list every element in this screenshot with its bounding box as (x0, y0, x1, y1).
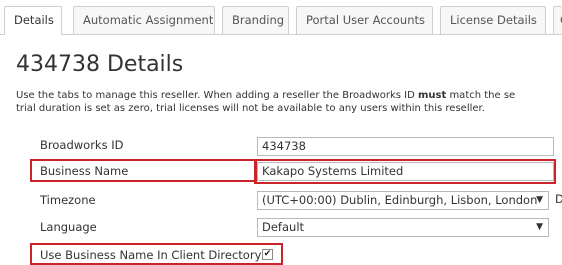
page-title: 434738 Details (16, 52, 184, 77)
chevron-down-icon: ▼ (536, 195, 543, 205)
tab-branding[interactable]: Branding (222, 6, 289, 34)
description-text: Use the tabs to manage this reseller. Wh… (16, 90, 418, 101)
description-emphasis: must (417, 90, 447, 101)
description-line-2: trial duration is set as zero, trial lic… (16, 103, 485, 114)
tab-automatic-assignment[interactable]: Automatic Assignment (73, 6, 215, 34)
language-value: Default (262, 220, 305, 234)
page-description: Use the tabs to manage this reseller. Wh… (16, 89, 562, 115)
checkmark-icon: ✔ (263, 249, 272, 259)
language-label: Language (40, 220, 97, 234)
tab-license-details[interactable]: License Details (440, 6, 546, 34)
tab-details[interactable]: Details (4, 6, 62, 35)
chevron-down-icon: ▼ (536, 222, 543, 232)
language-select[interactable]: Default ▼ (257, 218, 549, 237)
description-text-end: match the se (446, 90, 516, 101)
use-business-name-checkbox[interactable]: ✔ (262, 249, 273, 260)
timezone-value: (UTC+00:00) Dublin, Edinburgh, Lisbon, L… (262, 193, 538, 207)
tab-portal-user-accounts[interactable]: Portal User Accounts (296, 6, 433, 34)
tab-gr[interactable]: Gr (553, 6, 562, 34)
business-name-field[interactable]: Kakapo Systems Limited (257, 162, 554, 181)
broadworks-id-field[interactable]: 434738 (257, 137, 554, 156)
timezone-label: Timezone (40, 193, 96, 207)
tab-bar: Details Automatic Assignment Branding Po… (0, 0, 562, 35)
use-business-name-label: Use Business Name In Client Directory (40, 248, 262, 262)
timezone-trailing-text: D (555, 192, 562, 206)
timezone-select[interactable]: (UTC+00:00) Dublin, Edinburgh, Lisbon, L… (257, 191, 549, 210)
broadworks-id-label: Broadworks ID (40, 138, 124, 152)
business-name-label: Business Name (40, 164, 129, 178)
